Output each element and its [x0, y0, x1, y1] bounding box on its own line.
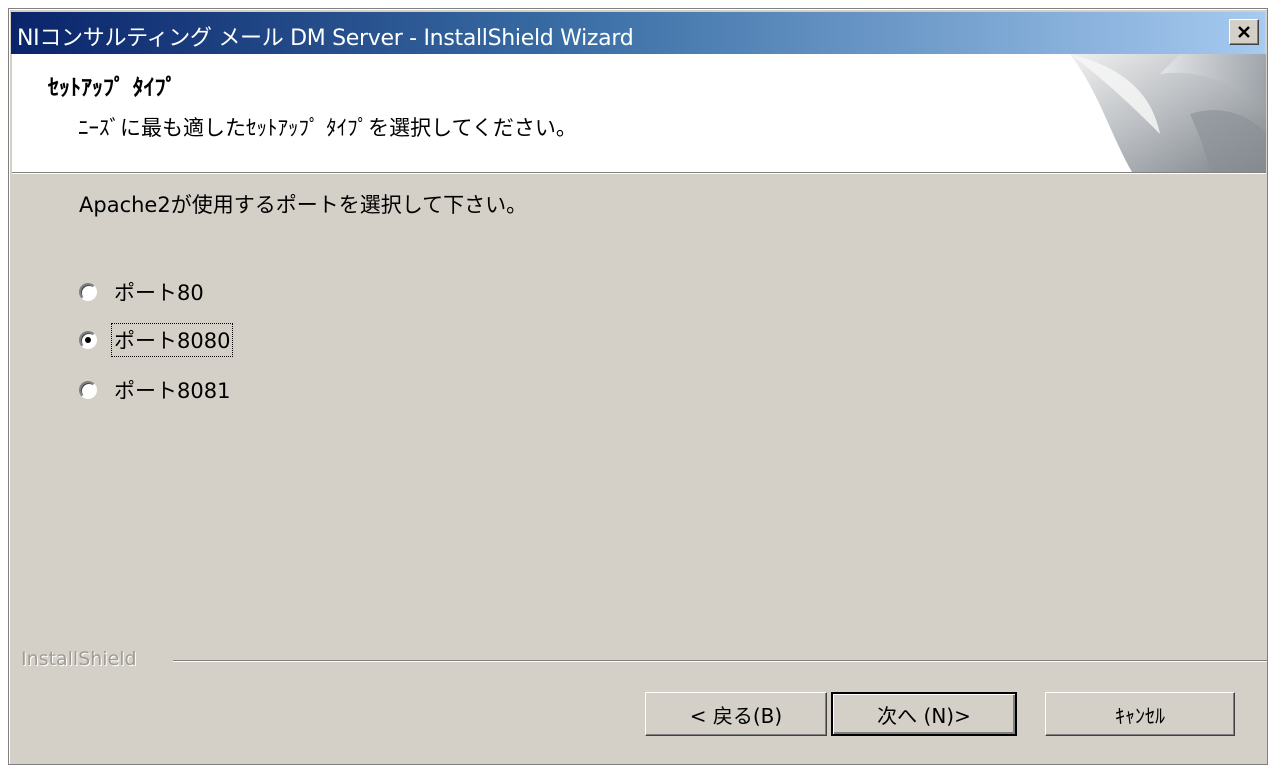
radio-button[interactable] — [79, 381, 97, 399]
cancel-button[interactable]: ｷｬﾝｾﾙ — [1045, 692, 1235, 736]
footer-divider — [173, 660, 1267, 662]
close-button[interactable] — [1229, 19, 1259, 45]
radio-label[interactable]: ポート80 — [111, 275, 207, 309]
radio-selected-dot — [85, 337, 91, 343]
brand-label: InstallShield — [21, 648, 137, 670]
window-title: NIコンサルティング メール DM Server - InstallShield… — [17, 26, 634, 51]
header-subtitle: ﾆｰｽﾞに最も適したｾｯﾄｱｯﾌﾟ ﾀｲﾌﾟを選択してください。 — [78, 116, 577, 140]
installer-window: NIコンサルティング メール DM Server - InstallShield… — [8, 8, 1268, 765]
radio-port-80[interactable]: ポート80 — [79, 277, 207, 307]
installshield-branding: InstallShield — [21, 648, 1267, 672]
radio-label[interactable]: ポート8080 — [111, 323, 234, 357]
radio-button[interactable] — [79, 283, 97, 301]
radio-button-selected[interactable] — [79, 331, 97, 349]
page-curl-graphic — [1070, 54, 1266, 172]
radio-port-8080[interactable]: ポート8080 — [79, 323, 234, 357]
next-button[interactable]: 次へ (N)> — [831, 692, 1017, 736]
radio-port-8081[interactable]: ポート8081 — [79, 375, 233, 405]
close-icon — [1238, 26, 1250, 38]
header-title: ｾｯﾄｱｯﾌﾟ ﾀｲﾌﾟ — [48, 76, 177, 101]
title-bar[interactable]: NIコンサルティング メール DM Server - InstallShield… — [11, 12, 1265, 54]
port-prompt: Apache2が使用するポートを選択して下さい。 — [79, 193, 528, 217]
header-divider — [12, 172, 1266, 174]
back-button[interactable]: < 戻る(B) — [645, 692, 827, 736]
radio-label[interactable]: ポート8081 — [111, 373, 233, 407]
header-panel: ｾｯﾄｱｯﾌﾟ ﾀｲﾌﾟ ﾆｰｽﾞに最も適したｾｯﾄｱｯﾌﾟ ﾀｲﾌﾟを選択して… — [12, 54, 1266, 172]
